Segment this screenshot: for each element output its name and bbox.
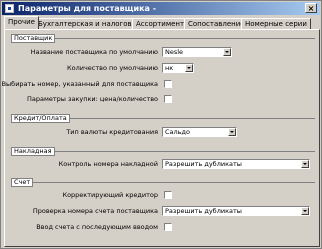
dialog-window: Параметры для поставщика - × Прочие Бухг…: [0, 0, 322, 249]
default-qty-select[interactable]: нк: [162, 63, 194, 73]
invoice-number-control-label: Контроль номера накладной: [58, 160, 158, 168]
section-header: Счет: [11, 178, 315, 187]
title-bar[interactable]: Параметры для поставщика - ×: [2, 2, 320, 15]
section-header: Кредит/Оплата: [11, 114, 315, 123]
default-vendor-label: Название поставщика по умолчанию: [30, 48, 158, 56]
chevron-down-icon[interactable]: [301, 207, 309, 215]
vendor-number-checkbox[interactable]: [164, 80, 172, 88]
purchase-params-checkbox[interactable]: [164, 95, 172, 103]
section-divider: [11, 151, 315, 152]
section-divider: [11, 182, 315, 183]
vendor-number-label: Выбирать номер, указанный для поставщика: [1, 80, 158, 88]
tab-accounting[interactable]: Бухгалтерская и налоговая: [34, 18, 145, 29]
vendor-invoice-check-select[interactable]: Разрешить дубликаты: [162, 206, 310, 216]
invoice-number-control-select[interactable]: Разрешить дубликаты: [162, 159, 310, 169]
section-title: Кредит/Оплата: [11, 114, 70, 123]
vendor-invoice-check-value: Разрешить дубликаты: [165, 207, 242, 215]
window-title: Параметры для поставщика -: [18, 4, 157, 13]
default-vendor-select[interactable]: Nesle: [162, 47, 232, 57]
tab-prochie[interactable]: Прочие: [4, 16, 39, 29]
corrective-creditor-checkbox[interactable]: [164, 191, 172, 199]
chevron-down-icon[interactable]: [301, 160, 309, 168]
section-header: Поставщик: [11, 34, 315, 43]
section-title: Поставщик: [11, 34, 56, 43]
default-qty-value: нк: [165, 64, 174, 72]
tab-matching[interactable]: Сопоставление: [184, 18, 249, 29]
chevron-down-icon[interactable]: [185, 64, 193, 72]
chevron-down-icon[interactable]: [228, 128, 236, 136]
vendor-invoice-check-label: Проверка номера счета поставщика: [32, 207, 158, 215]
tab-panel: Поставщик Название поставщика по умолчан…: [1, 29, 320, 247]
credit-currency-select[interactable]: Сальдо: [162, 127, 237, 137]
tab-number-series[interactable]: Номерные серии: [241, 18, 311, 29]
credit-currency-label: Тип валюты кредитования: [66, 128, 158, 136]
close-button[interactable]: ×: [305, 3, 317, 13]
section-divider: [11, 38, 315, 39]
default-vendor-value: Nesle: [165, 48, 184, 56]
invoice-entry-label: Ввод счета с последующим вводом: [36, 223, 158, 231]
section-title: Накладная: [11, 147, 55, 156]
section-header: Накладная: [11, 147, 315, 156]
default-qty-label: Количество по умолчанию: [67, 64, 158, 72]
purchase-params-label: Параметры закупки: цена/количество: [27, 95, 158, 103]
credit-currency-value: Сальдо: [165, 128, 190, 136]
corrective-creditor-label: Корректирующий кредитор: [62, 191, 158, 199]
app-icon: [5, 4, 14, 13]
chevron-down-icon[interactable]: [223, 48, 231, 56]
invoice-entry-checkbox[interactable]: [164, 223, 172, 231]
invoice-number-control-value: Разрешить дубликаты: [165, 160, 242, 168]
section-title: Счет: [11, 178, 34, 187]
